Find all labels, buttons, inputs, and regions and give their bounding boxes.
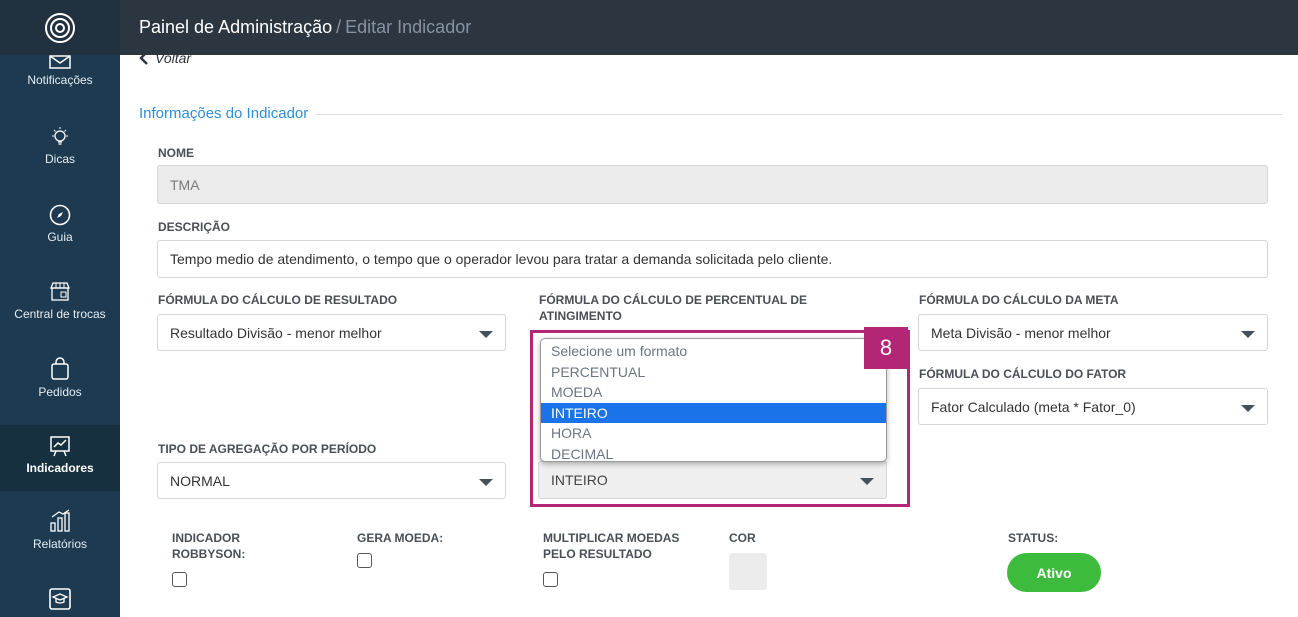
chevron-left-icon <box>139 51 148 65</box>
indicador-robbyson-checkbox[interactable] <box>172 572 187 587</box>
color-picker-swatch[interactable] <box>729 553 767 590</box>
top-bar: Painel de Administração / Editar Indicad… <box>120 0 1298 55</box>
sidebar-item-relatorios[interactable]: Relatórios <box>0 509 120 551</box>
nome-value: TMA <box>170 176 200 193</box>
sidebar-item-label: Relatórios <box>32 537 88 551</box>
sidebar-item-label: Guia <box>47 230 73 244</box>
nome-field: TMA <box>157 165 1268 204</box>
formula-fator-select[interactable]: Fator Calculado (meta * Fator_0) <box>918 388 1268 425</box>
store-icon <box>50 282 70 301</box>
back-link[interactable]: Voltar <box>139 50 191 66</box>
annotation-highlight-box <box>530 330 910 507</box>
status-label: STATUS: <box>1008 531 1059 545</box>
sidebar-item-guia[interactable]: Guia <box>0 204 120 244</box>
sidebar-item-label: Dicas <box>44 152 75 166</box>
gera-moeda-checkbox[interactable] <box>357 553 372 568</box>
sidebar-item-pedidos[interactable]: Pedidos <box>0 357 120 399</box>
sidebar-item-label: Notificações <box>27 73 93 87</box>
nome-label: NOME <box>158 146 194 160</box>
chart-board-icon <box>50 436 70 457</box>
graduation-screen-icon <box>49 588 71 610</box>
sidebar-item-dicas[interactable]: Dicas <box>0 126 120 166</box>
agregacao-value: NORMAL <box>170 472 230 489</box>
formula-resultado-label: FÓRMULA DO CÁLCULO DE RESULTADO <box>158 293 398 307</box>
sidebar-item-central-de-trocas[interactable]: Central de trocas <box>0 281 120 321</box>
gera-moeda-label: GERA MOEDA: <box>357 531 444 545</box>
breadcrumb-current: Editar Indicador <box>345 17 472 37</box>
section-title: Informações do Indicador <box>139 105 317 122</box>
chevron-down-icon <box>1241 404 1255 412</box>
annotation-step-badge: 8 <box>864 327 908 369</box>
sidebar-item-label: Central de trocas <box>14 307 106 321</box>
lightbulb-icon <box>52 127 68 145</box>
formula-resultado-value: Resultado Divisão - menor melhor <box>170 324 382 341</box>
cor-label: COR <box>729 531 756 545</box>
formula-meta-select[interactable]: Meta Divisão - menor melhor <box>918 314 1268 351</box>
agregacao-select[interactable]: NORMAL <box>157 462 506 499</box>
sidebar-item-indicadores[interactable]: Indicadores <box>0 425 120 491</box>
back-label: Voltar <box>155 50 192 66</box>
descricao-value: Tempo medio de atendimento, o tempo que … <box>170 251 833 267</box>
formula-meta-value: Meta Divisão - menor melhor <box>931 324 1111 341</box>
chevron-down-icon <box>1241 330 1255 338</box>
logo-icon <box>45 12 75 43</box>
descricao-label: DESCRIÇÃO <box>158 220 231 234</box>
multiplicar-label: MULTIPLICAR MOEDAS PELO RESULTADO <box>543 531 680 561</box>
indicador-robbyson-label: INDICADOR ROBBYSON: <box>172 531 246 561</box>
formula-meta-label: FÓRMULA DO CÁLCULO DA META <box>919 293 1119 307</box>
sidebar-item-notificacoes[interactable]: Notificações <box>0 55 120 100</box>
formula-fator-label: FÓRMULA DO CÁLCULO DO FATOR <box>919 367 1127 381</box>
formula-percentual-label: FÓRMULA DO CÁLCULO DE PERCENTUAL DE ATIN… <box>539 293 807 323</box>
descricao-field[interactable]: Tempo medio de atendimento, o tempo que … <box>157 240 1268 278</box>
sidebar-item-label: Indicadores <box>26 461 94 475</box>
formula-resultado-select[interactable]: Resultado Divisão - menor melhor <box>157 314 506 351</box>
shopping-bag-icon <box>51 357 69 380</box>
sidebar-item-courses[interactable] <box>0 587 120 615</box>
bar-chart-icon <box>50 509 70 532</box>
sidebar-item-label: Pedidos <box>38 385 82 399</box>
agregacao-label: TIPO DE AGREGAÇÃO POR PERÍODO <box>158 442 377 456</box>
breadcrumb-separator: / <box>336 17 342 37</box>
mail-icon <box>49 55 71 69</box>
compass-icon <box>49 204 71 226</box>
chevron-down-icon <box>479 330 493 338</box>
multiplicar-checkbox[interactable] <box>543 572 558 587</box>
chevron-down-icon <box>479 478 493 486</box>
status-toggle-button[interactable]: Ativo <box>1007 553 1101 592</box>
app-logo[interactable] <box>0 0 120 55</box>
sidebar: Notificações Dicas Guia Central de troca… <box>0 0 120 617</box>
formula-fator-value: Fator Calculado (meta * Fator_0) <box>931 398 1136 415</box>
breadcrumb-title[interactable]: Painel de Administração <box>139 17 332 38</box>
